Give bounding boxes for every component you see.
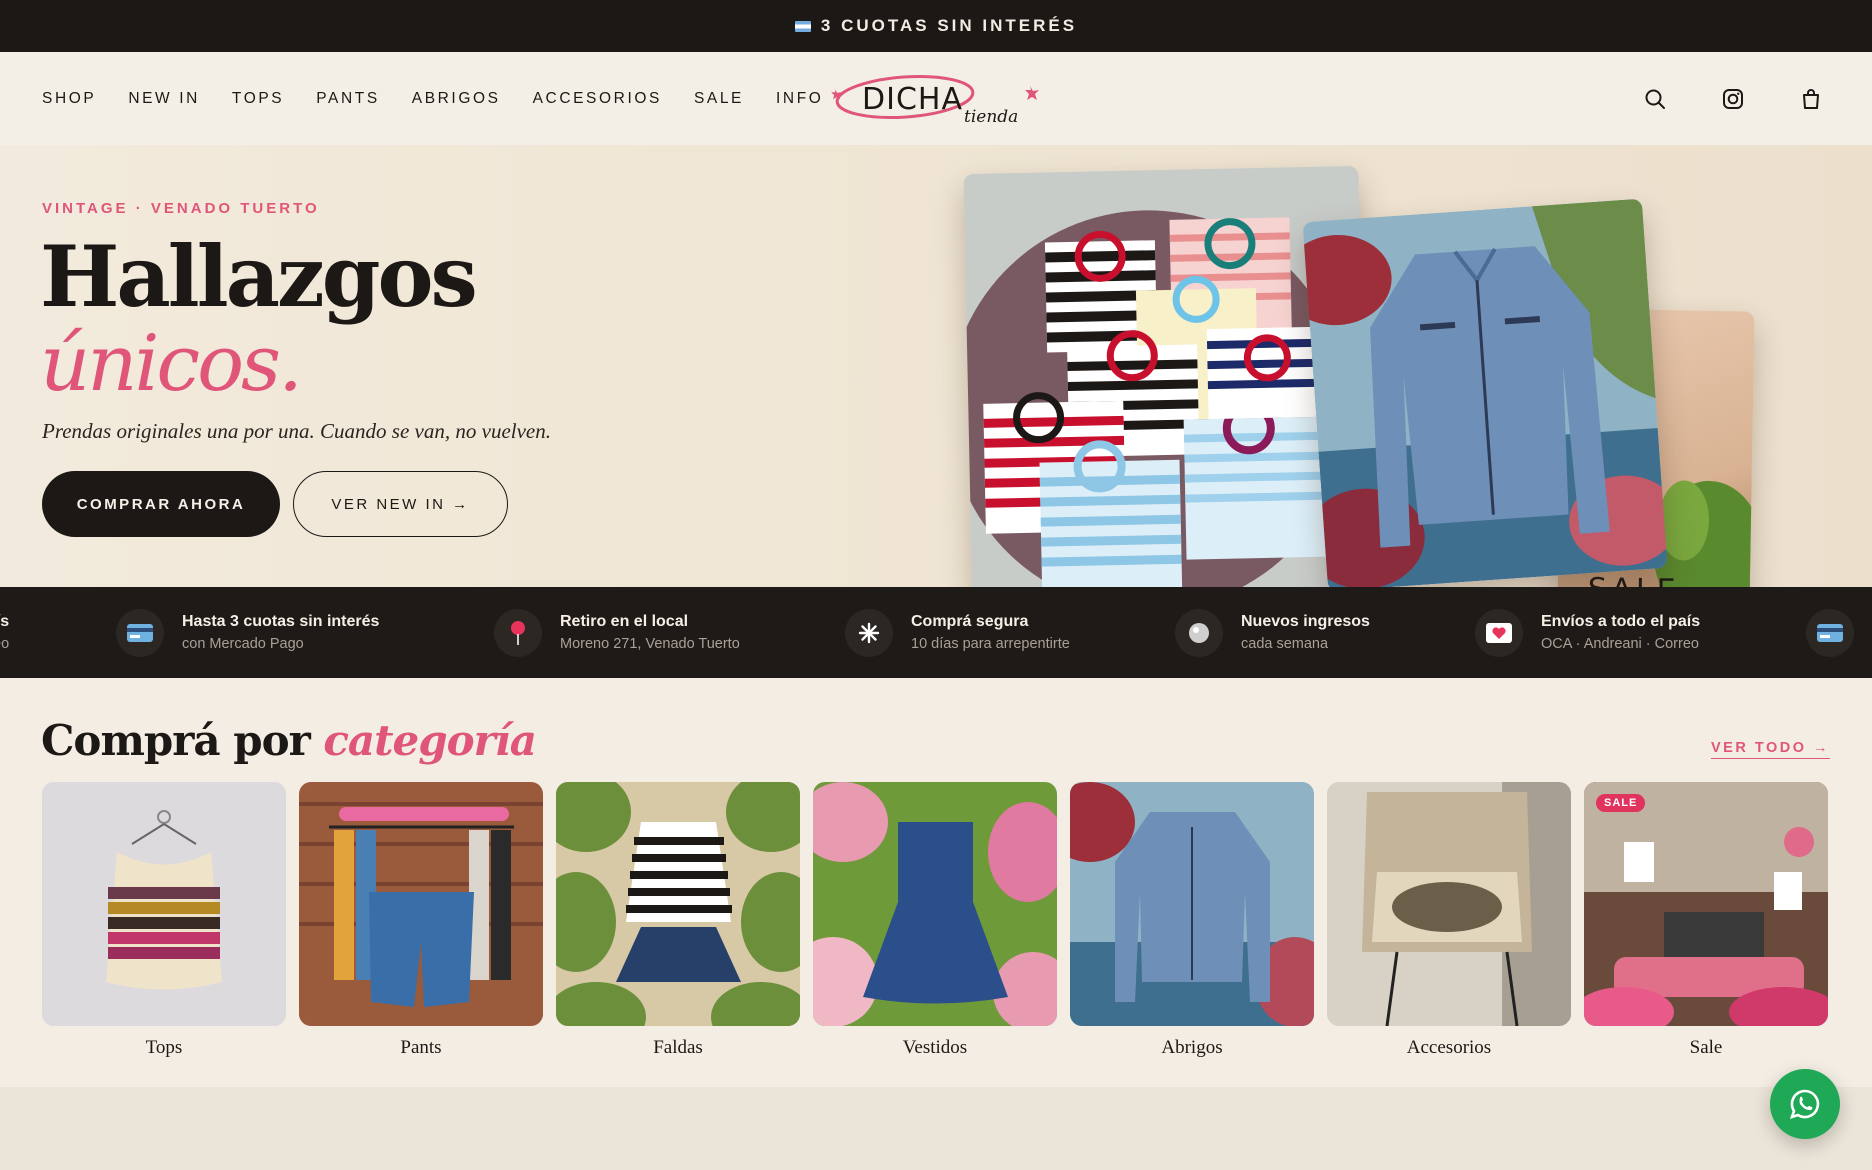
- benefit-item: Comprá segura 10 días para arrepentirte: [845, 587, 1070, 678]
- logo-sub-text: tienda: [964, 107, 1018, 127]
- categories-section: Comprá por categoría VER TODO → Tops Pan…: [0, 678, 1872, 1088]
- category-image: [42, 782, 286, 1026]
- sparkle-icon: [845, 608, 893, 657]
- hero-section: VINTAGE · VENADO TUERTO Hallazgos únicos…: [0, 145, 1872, 587]
- page-bottom-area: [0, 1087, 1872, 1170]
- category-label: Tops: [145, 1037, 183, 1058]
- logo-main-text: DICHA: [862, 82, 963, 117]
- category-label: Accesorios: [1406, 1037, 1492, 1058]
- dicha-logo[interactable]: DICHA tienda: [830, 64, 1045, 134]
- category-label: Faldas: [653, 1037, 703, 1058]
- nav-tops[interactable]: TOPS: [232, 90, 284, 108]
- category-card-sale[interactable]: SALE Sale: [1584, 782, 1828, 1059]
- category-card-abrigos[interactable]: Abrigos: [1070, 782, 1314, 1059]
- site-header: SHOP NEW IN TOPS PANTS ABRIGOS ACCESORIO…: [0, 52, 1872, 145]
- whatsapp-button[interactable]: [1770, 1069, 1840, 1139]
- heart-card-icon: [1475, 608, 1523, 657]
- sale-badge: SALE: [1596, 794, 1646, 812]
- nav-accesorios[interactable]: ACCESORIOS: [533, 90, 662, 108]
- header-actions: [1642, 86, 1830, 112]
- credit-card-icon: [116, 608, 164, 657]
- category-image: [1327, 782, 1571, 1026]
- announcement-text: 3 CUOTAS SIN INTERÉS: [820, 16, 1078, 35]
- benefit-title: Envíos a todo el país: [1541, 613, 1701, 630]
- pin-icon: [494, 608, 542, 657]
- category-label: Pants: [400, 1037, 442, 1058]
- hero-title: Hallazgos: [40, 227, 478, 326]
- benefit-subtitle: cada semana: [1241, 636, 1329, 652]
- benefit-item: Hasta 3 cuotas sin interés con Mercado Pa…: [116, 587, 379, 678]
- benefit-subtitle: OCA · Andreani · Correo: [1541, 636, 1699, 652]
- nav-pants[interactable]: PANTS: [316, 90, 380, 108]
- search-icon[interactable]: [1642, 86, 1668, 112]
- category-image: [556, 782, 800, 1026]
- collage-photo-jacket: [1302, 198, 1668, 587]
- categories-title-accent: categoría: [323, 716, 537, 765]
- category-card-accesorios[interactable]: Accesorios: [1327, 782, 1571, 1059]
- announcement-bar: 3 CUOTAS SIN INTERÉS: [0, 0, 1872, 52]
- category-card-tops[interactable]: Tops: [42, 782, 286, 1059]
- view-new-in-button[interactable]: VER NEW IN →: [293, 471, 508, 537]
- benefit-title: Retiro en el local: [560, 613, 689, 630]
- hero-collage: SALE: [960, 160, 1760, 587]
- benefit-title: Hasta 3 cuotas sin interés: [182, 613, 380, 630]
- argentina-flag-icon: [794, 20, 811, 32]
- instagram-icon[interactable]: [1720, 86, 1746, 112]
- benefits-marquee: Envíos a todo el país OCA · Andreani · Co…: [0, 587, 1872, 678]
- category-card-vestidos[interactable]: Vestidos: [813, 782, 1057, 1059]
- hero-title-accent: únicos.: [40, 319, 303, 409]
- benefit-subtitle: Moreno 271, Venado Tuerto: [560, 636, 740, 652]
- category-image: [299, 782, 543, 1026]
- hero-subtitle: Prendas originales una por una. Cuando s…: [42, 419, 551, 443]
- category-card-faldas[interactable]: Faldas: [556, 782, 800, 1059]
- benefit-item: Envíos a todo el país OCA · Andreani · Co…: [0, 587, 9, 678]
- hero-eyebrow: VINTAGE · VENADO TUERTO: [42, 200, 320, 217]
- main-nav: SHOP NEW IN TOPS PANTS ABRIGOS ACCESORIO…: [42, 90, 823, 108]
- categories-title-plain: Comprá por: [41, 716, 311, 765]
- nav-info[interactable]: INFO: [776, 90, 823, 108]
- nav-abrigos[interactable]: ABRIGOS: [412, 90, 501, 108]
- nav-new-in[interactable]: NEW IN: [128, 90, 200, 108]
- benefit-subtitle: 10 días para arrepentirte: [911, 636, 1070, 652]
- benefit-item: Nuevos ingresos cada semana: [1175, 587, 1370, 678]
- category-label: Abrigos: [1161, 1037, 1223, 1058]
- benefit-item: Envíos a todo el país OCA · Andreani · Co…: [1475, 587, 1700, 678]
- benefit-title: Comprá segura: [911, 613, 1029, 630]
- benefit-title: Nuevos ingresos: [1241, 613, 1370, 630]
- shopping-bag-icon[interactable]: [1798, 86, 1824, 112]
- categories-title: Comprá por categoría: [41, 716, 537, 765]
- collage-sale-sign: SALE: [1587, 572, 1679, 587]
- disc-icon: [1175, 608, 1223, 657]
- category-image: [813, 782, 1057, 1026]
- benefit-subtitle: con Mercado Pago: [182, 636, 304, 652]
- category-image: SALE: [1584, 782, 1828, 1026]
- whatsapp-icon: [1789, 1089, 1820, 1120]
- see-all-link[interactable]: VER TODO →: [1711, 740, 1830, 759]
- category-image: [1070, 782, 1314, 1026]
- nav-sale[interactable]: SALE: [694, 90, 744, 108]
- benefit-subtitle: OCA · Andreani · Correo: [0, 636, 10, 652]
- shop-now-button[interactable]: COMPRAR AHORA: [42, 471, 280, 537]
- category-grid: Tops Pants Faldas Vestidos Abrigos Acces…: [42, 782, 1828, 1059]
- benefit-title: Envíos a todo el país: [0, 613, 10, 630]
- credit-card-icon: [1806, 608, 1854, 657]
- benefit-item: Retiro en el local Moreno 271, Venado Tue…: [494, 587, 740, 678]
- category-label: Vestidos: [902, 1037, 968, 1058]
- benefit-item: [1806, 587, 1854, 678]
- nav-shop[interactable]: SHOP: [42, 90, 96, 108]
- category-card-pants[interactable]: Pants: [299, 782, 543, 1059]
- category-label: Sale: [1689, 1037, 1723, 1058]
